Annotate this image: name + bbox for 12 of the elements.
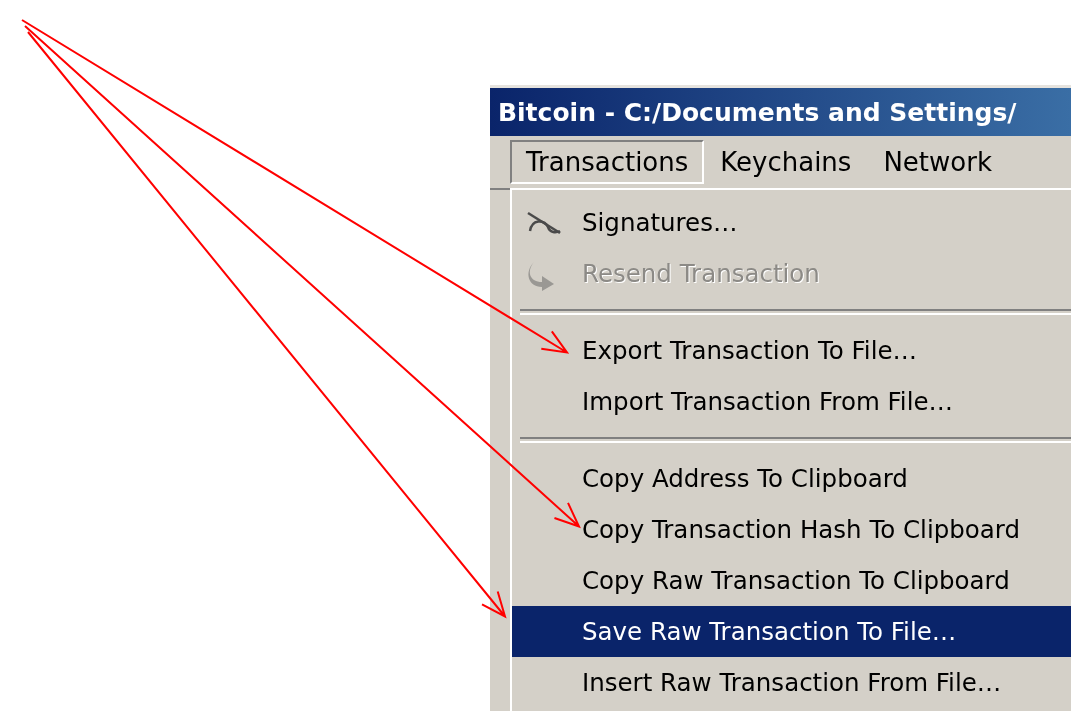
- menu-item[interactable]: Insert Raw Transaction From File…: [512, 657, 1071, 708]
- menu-item[interactable]: Import Transaction From File…: [512, 376, 1071, 427]
- menu-item[interactable]: Export Transaction To File…: [512, 325, 1071, 376]
- menu-item[interactable]: Copy Address To Clipboard: [512, 453, 1071, 504]
- window-title: Bitcoin - C:/Documents and Settings/: [490, 88, 1071, 136]
- menu-bar-item[interactable]: Keychains: [704, 140, 868, 184]
- menu-item[interactable]: Signatures…: [512, 197, 1071, 248]
- menu-item[interactable]: Save Raw Transaction To File…: [512, 606, 1071, 657]
- menu-item[interactable]: Copy Raw Transaction To Clipboard: [512, 555, 1071, 606]
- menu-bar-item[interactable]: Network: [867, 140, 1008, 184]
- menu-bar-item[interactable]: Transactions: [510, 140, 705, 184]
- menu-item[interactable]: Copy Transaction Hash To Clipboard: [512, 504, 1071, 555]
